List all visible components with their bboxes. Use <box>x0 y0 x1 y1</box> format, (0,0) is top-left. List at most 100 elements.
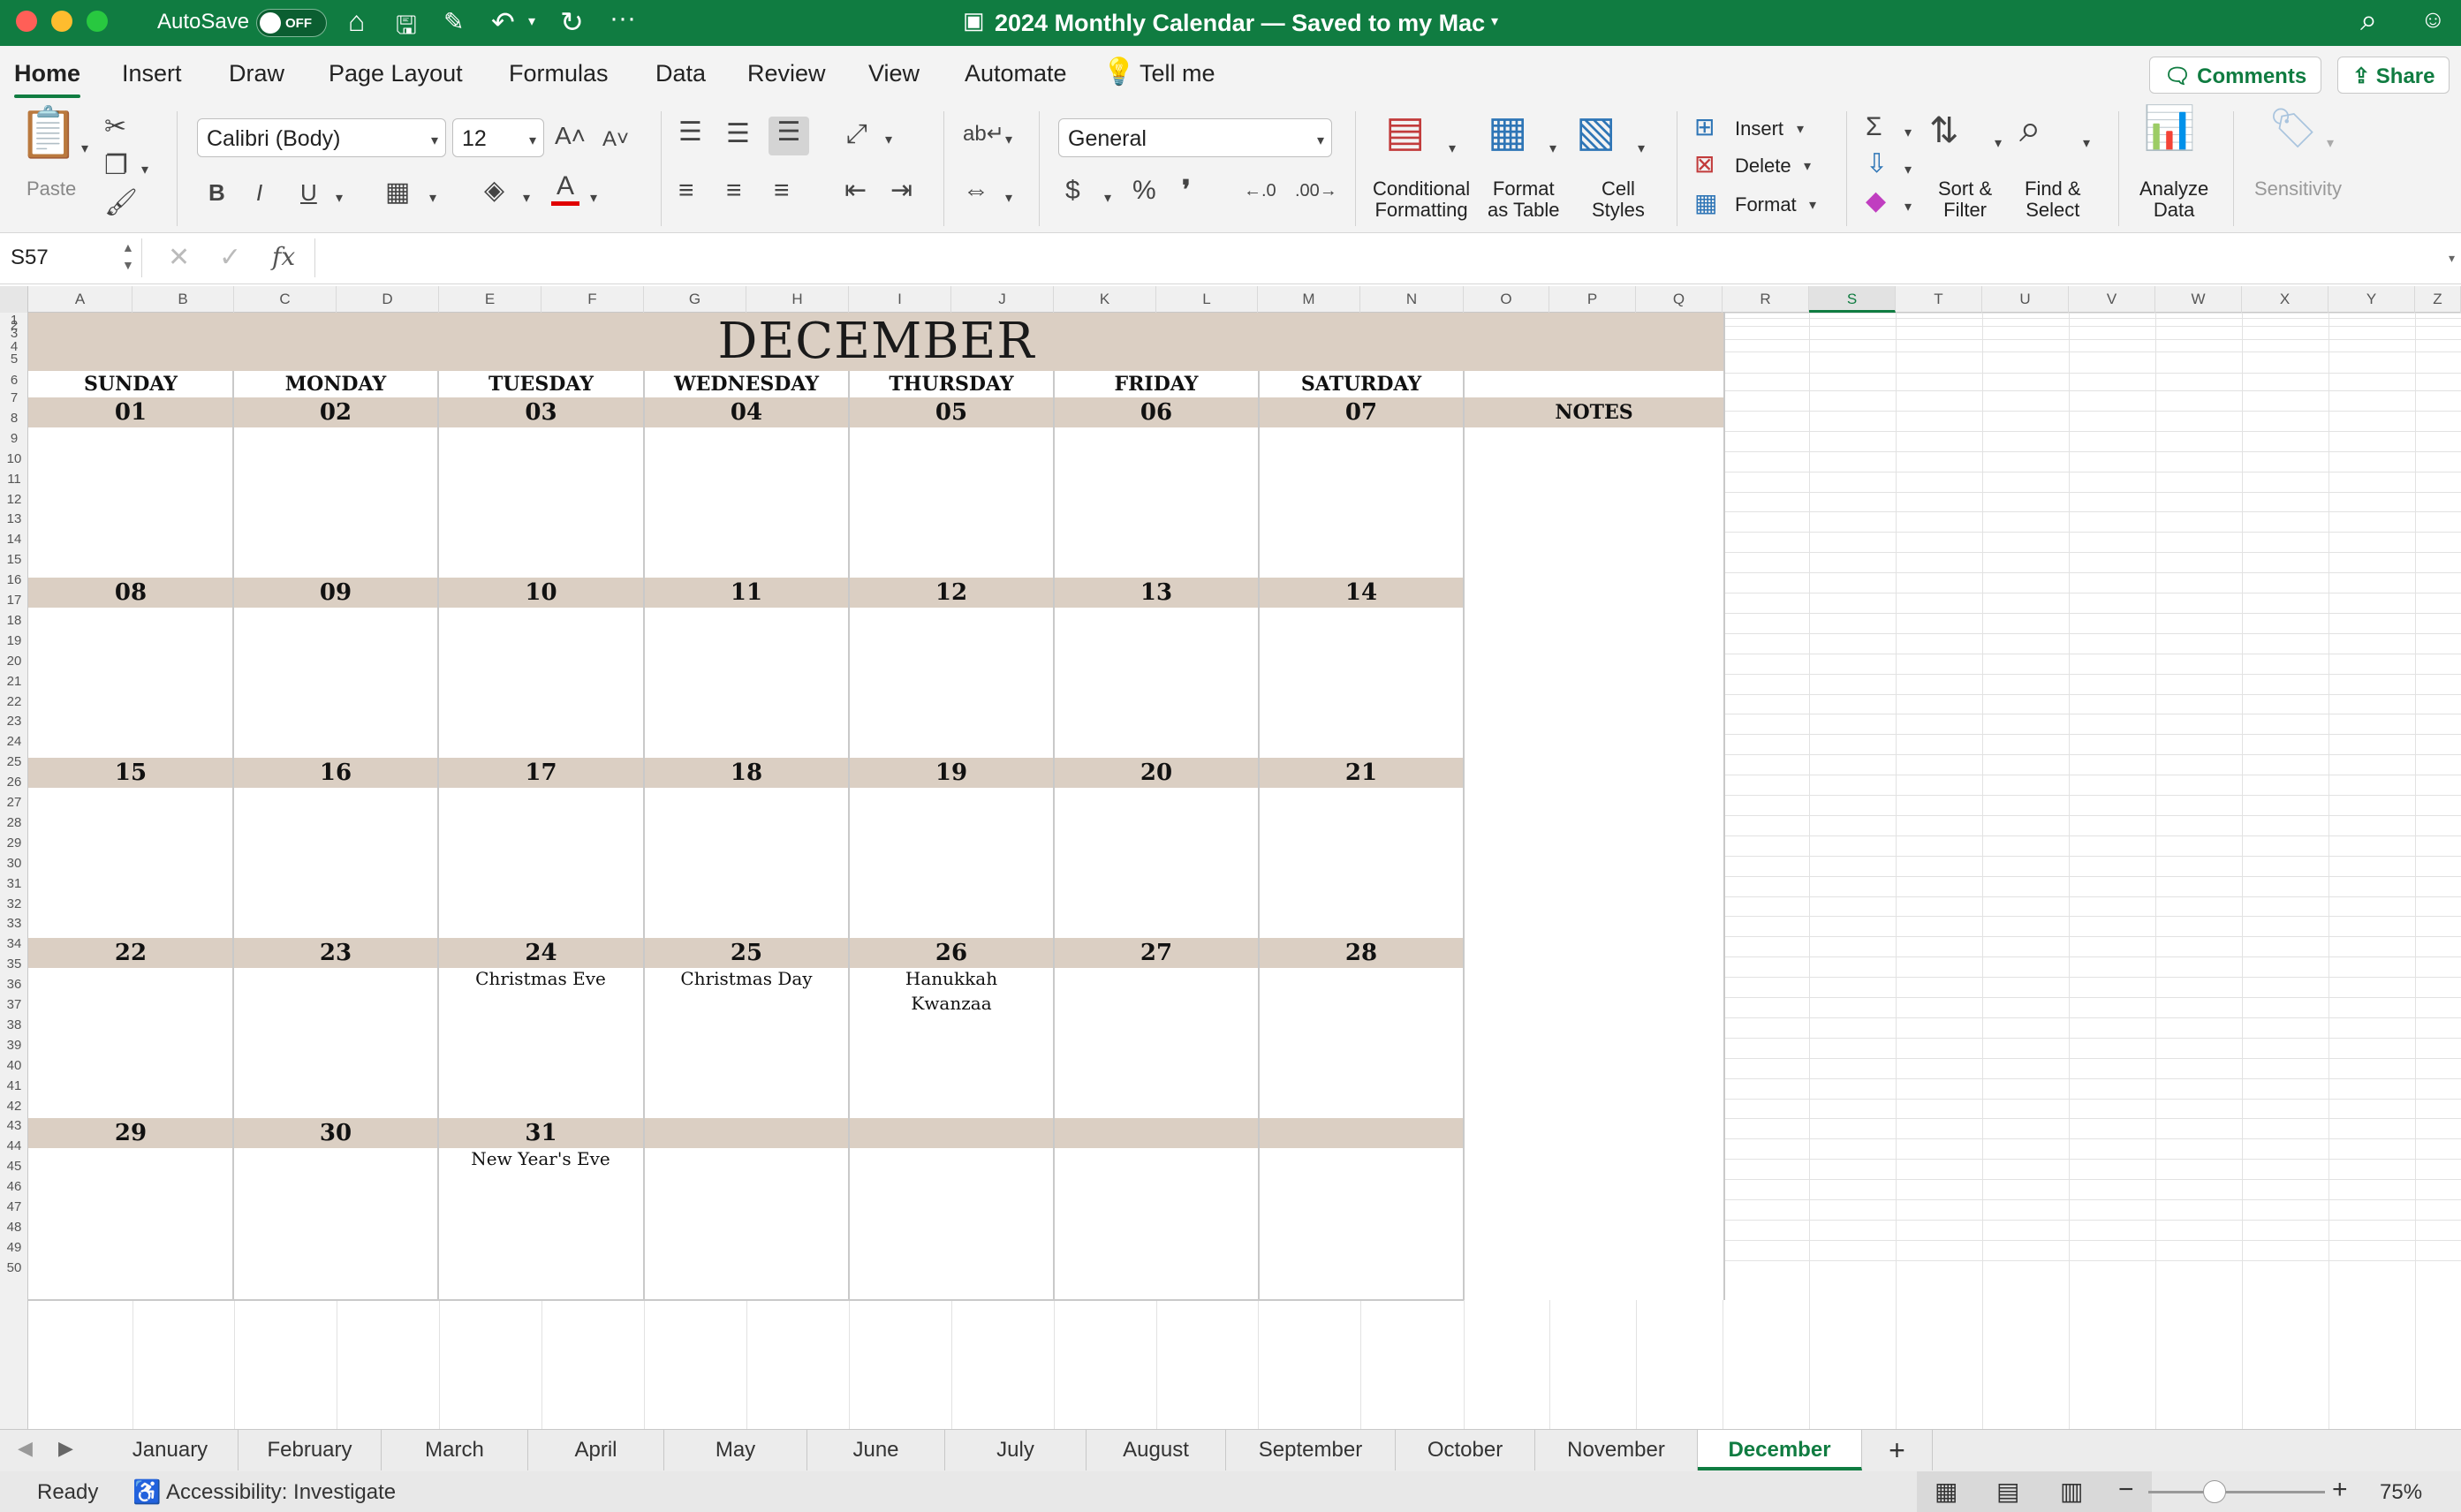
row-header-37[interactable]: 37 <box>0 996 28 1014</box>
sheet-tab-march[interactable]: March <box>382 1430 528 1470</box>
redo-icon[interactable]: ↻ <box>560 5 584 39</box>
currency-icon[interactable]: $ <box>1065 175 1080 207</box>
column-header-e[interactable]: E <box>439 286 541 313</box>
orientation-dropdown-icon[interactable]: ▾ <box>885 131 892 148</box>
increase-font-size-icon[interactable]: A˄ <box>555 120 586 152</box>
number-format-dropdown[interactable]: General ▾ <box>1058 118 1332 157</box>
analyze-data-button[interactable]: Analyze Data <box>2139 178 2208 221</box>
date-cell[interactable]: 04 <box>644 397 849 427</box>
row-header-19[interactable]: 19 <box>0 632 28 650</box>
minimize-window-button[interactable] <box>51 11 72 32</box>
row-header-27[interactable]: 27 <box>0 794 28 812</box>
analyze-data-icon[interactable]: 📊 <box>2143 108 2196 150</box>
tab-draw[interactable]: Draw <box>229 60 284 87</box>
column-header-l[interactable]: L <box>1156 286 1258 313</box>
date-cell[interactable]: 11 <box>644 578 849 608</box>
fill-icon[interactable]: ⇩ <box>1866 148 1888 180</box>
row-header-24[interactable]: 24 <box>0 733 28 751</box>
comma-style-icon[interactable]: ❜ <box>1182 175 1191 207</box>
find-select-dropdown-icon[interactable]: ▾ <box>2083 134 2090 152</box>
date-cell[interactable]: 27 <box>1054 938 1259 968</box>
column-header-c[interactable]: C <box>234 286 337 313</box>
zoom-slider-handle[interactable] <box>2203 1480 2226 1503</box>
font-name-dropdown[interactable]: Calibri (Body) ▾ <box>197 118 446 157</box>
sheet-tab-june[interactable]: June <box>807 1430 945 1470</box>
fill-dropdown-icon[interactable]: ▾ <box>1904 161 1912 178</box>
currency-dropdown-icon[interactable]: ▾ <box>1104 189 1111 207</box>
column-header-x[interactable]: X <box>2242 286 2328 313</box>
search-icon[interactable]: ⌕ <box>2360 4 2377 38</box>
date-cell[interactable]: 07 <box>1259 397 1464 427</box>
clear-dropdown-icon[interactable]: ▾ <box>1904 198 1912 215</box>
row-header-45[interactable]: 45 <box>0 1158 28 1176</box>
expand-formula-bar-icon[interactable]: ▾ <box>2449 251 2455 266</box>
worksheet-grid[interactable]: DECEMBER SUNDAY MONDAY TUESDAY WEDNESDAY THUR… <box>28 313 2461 1429</box>
row-header-28[interactable]: 28 <box>0 814 28 832</box>
column-header-a[interactable]: A <box>28 286 133 313</box>
date-cell[interactable]: 13 <box>1054 578 1259 608</box>
row-header-15[interactable]: 15 <box>0 551 28 569</box>
date-cell[interactable]: 18 <box>644 758 849 788</box>
tab-home[interactable]: Home <box>14 60 81 98</box>
row-header-12[interactable]: 12 <box>0 491 28 509</box>
date-cell[interactable]: 23 <box>233 938 438 968</box>
delete-cells-icon[interactable]: ⊠ <box>1694 148 1715 180</box>
row-header-26[interactable]: 26 <box>0 774 28 791</box>
paste-dropdown-icon[interactable]: ▾ <box>81 140 88 157</box>
column-header-s[interactable]: S <box>1809 286 1896 313</box>
fill-color-dropdown-icon[interactable]: ▾ <box>523 189 530 207</box>
row-header-41[interactable]: 41 <box>0 1077 28 1095</box>
format-dropdown-icon[interactable]: ▾ <box>1809 196 1816 214</box>
date-cell[interactable]: 17 <box>438 758 644 788</box>
row-header-9[interactable]: 9 <box>0 430 28 448</box>
row-header-50[interactable]: 50 <box>0 1259 28 1277</box>
column-header-i[interactable]: I <box>849 286 951 313</box>
account-icon[interactable]: ☺ <box>2420 5 2446 34</box>
row-header-22[interactable]: 22 <box>0 693 28 711</box>
page-layout-view-icon[interactable]: ▤ <box>1996 1477 2019 1506</box>
normal-view-icon[interactable]: ▦ <box>1935 1477 1957 1506</box>
undo-icon[interactable]: ↶ <box>491 5 515 39</box>
row-header-5[interactable]: 5 <box>0 351 28 368</box>
row-header-47[interactable]: 47 <box>0 1198 28 1216</box>
scroll-tabs-left-icon[interactable]: ◀ <box>18 1437 33 1460</box>
underline-dropdown-icon[interactable]: ▾ <box>336 189 343 207</box>
tab-review[interactable]: Review <box>747 60 826 87</box>
row-header-25[interactable]: 25 <box>0 753 28 771</box>
insert-cells-icon[interactable]: ⊞ <box>1694 111 1715 143</box>
column-header-b[interactable]: B <box>133 286 234 313</box>
row-header-11[interactable]: 11 <box>0 471 28 488</box>
row-header-49[interactable]: 49 <box>0 1239 28 1257</box>
column-header-d[interactable]: D <box>337 286 439 313</box>
format-as-table-button[interactable]: Format as Table <box>1488 178 1560 221</box>
cancel-entry-icon[interactable]: ✕ <box>168 242 190 273</box>
merge-center-icon[interactable]: ⇔ <box>963 175 989 207</box>
align-bottom-icon[interactable]: ☰ <box>769 117 809 155</box>
sheet-tab-august[interactable]: August <box>1087 1430 1226 1470</box>
row-header-18[interactable]: 18 <box>0 612 28 630</box>
font-size-dropdown[interactable]: 12 ▾ <box>452 118 544 157</box>
date-cell[interactable]: 12 <box>849 578 1054 608</box>
row-header-14[interactable]: 14 <box>0 531 28 548</box>
date-cell[interactable]: 03 <box>438 397 644 427</box>
save-as-icon[interactable]: ✎ <box>443 7 464 36</box>
italic-icon[interactable]: I <box>256 177 262 208</box>
align-center-icon[interactable]: ≡ <box>726 175 742 207</box>
date-cell[interactable] <box>644 1118 849 1148</box>
date-cell[interactable]: 02 <box>233 397 438 427</box>
date-cell[interactable]: 01 <box>28 397 233 427</box>
orientation-icon[interactable]: ⤢ <box>846 118 867 150</box>
column-header-o[interactable]: O <box>1464 286 1549 313</box>
row-header-33[interactable]: 33 <box>0 915 28 933</box>
row-header-17[interactable]: 17 <box>0 592 28 609</box>
zoom-in-icon[interactable]: + <box>2332 1475 2348 1505</box>
tell-me-box[interactable]: Tell me <box>1140 60 1215 87</box>
decrease-decimal-icon[interactable]: .00→ <box>1295 175 1337 207</box>
sheet-tab-may[interactable]: May <box>664 1430 807 1470</box>
column-header-n[interactable]: N <box>1360 286 1464 313</box>
row-header-7[interactable]: 7 <box>0 389 28 407</box>
merge-center-dropdown-icon[interactable]: ▾ <box>1005 189 1012 207</box>
more-icon[interactable]: ··· <box>610 4 636 34</box>
column-header-u[interactable]: U <box>1982 286 2069 313</box>
row-header-32[interactable]: 32 <box>0 896 28 913</box>
